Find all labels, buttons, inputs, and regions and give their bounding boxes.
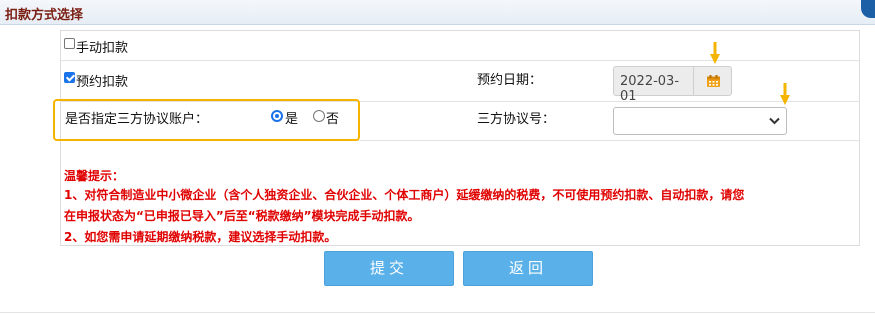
submit-button[interactable]: 提交	[324, 251, 454, 286]
manual-debit-label: 手动扣款	[76, 41, 129, 56]
tips-line: 2、如您需申请延期缴纳税款，建议选择手动扣款。	[64, 230, 337, 244]
schedule-date-input[interactable]: 2022-03-01	[613, 66, 693, 104]
section-title: 扣款方式选择	[5, 8, 84, 23]
scheduled-debit-checkbox[interactable]	[64, 72, 75, 83]
bottom-divider	[0, 312, 875, 313]
date-picker-button[interactable]	[693, 66, 732, 96]
arrow-down-icon	[710, 42, 720, 64]
section-header: 扣款方式选择	[0, 0, 875, 25]
agreement-number-label: 三方协议号：	[477, 112, 556, 127]
tips-title: 温馨提示：	[64, 169, 125, 183]
chevron-down-icon	[769, 117, 780, 125]
arrow-down-icon	[780, 83, 790, 105]
manual-debit-checkbox[interactable]	[64, 38, 75, 49]
calendar-icon	[707, 75, 720, 87]
tips-line: 1、对符合制造业中小微企业（含个人独资企业、合伙企业、个体工商户）延缓缴纳的税费…	[64, 188, 745, 202]
tips-line: 在申报状态为“已申报已导入”后至“税款缴纳”模块完成手动扣款。	[64, 209, 420, 223]
header-accent	[861, 0, 875, 18]
highlight-box	[53, 99, 360, 141]
row-divider	[60, 60, 860, 61]
schedule-date-label: 预约日期：	[477, 73, 543, 88]
agreement-number-select[interactable]	[613, 107, 787, 135]
back-button[interactable]: 返回	[463, 251, 593, 286]
scheduled-debit-label: 预约扣款	[76, 75, 129, 90]
